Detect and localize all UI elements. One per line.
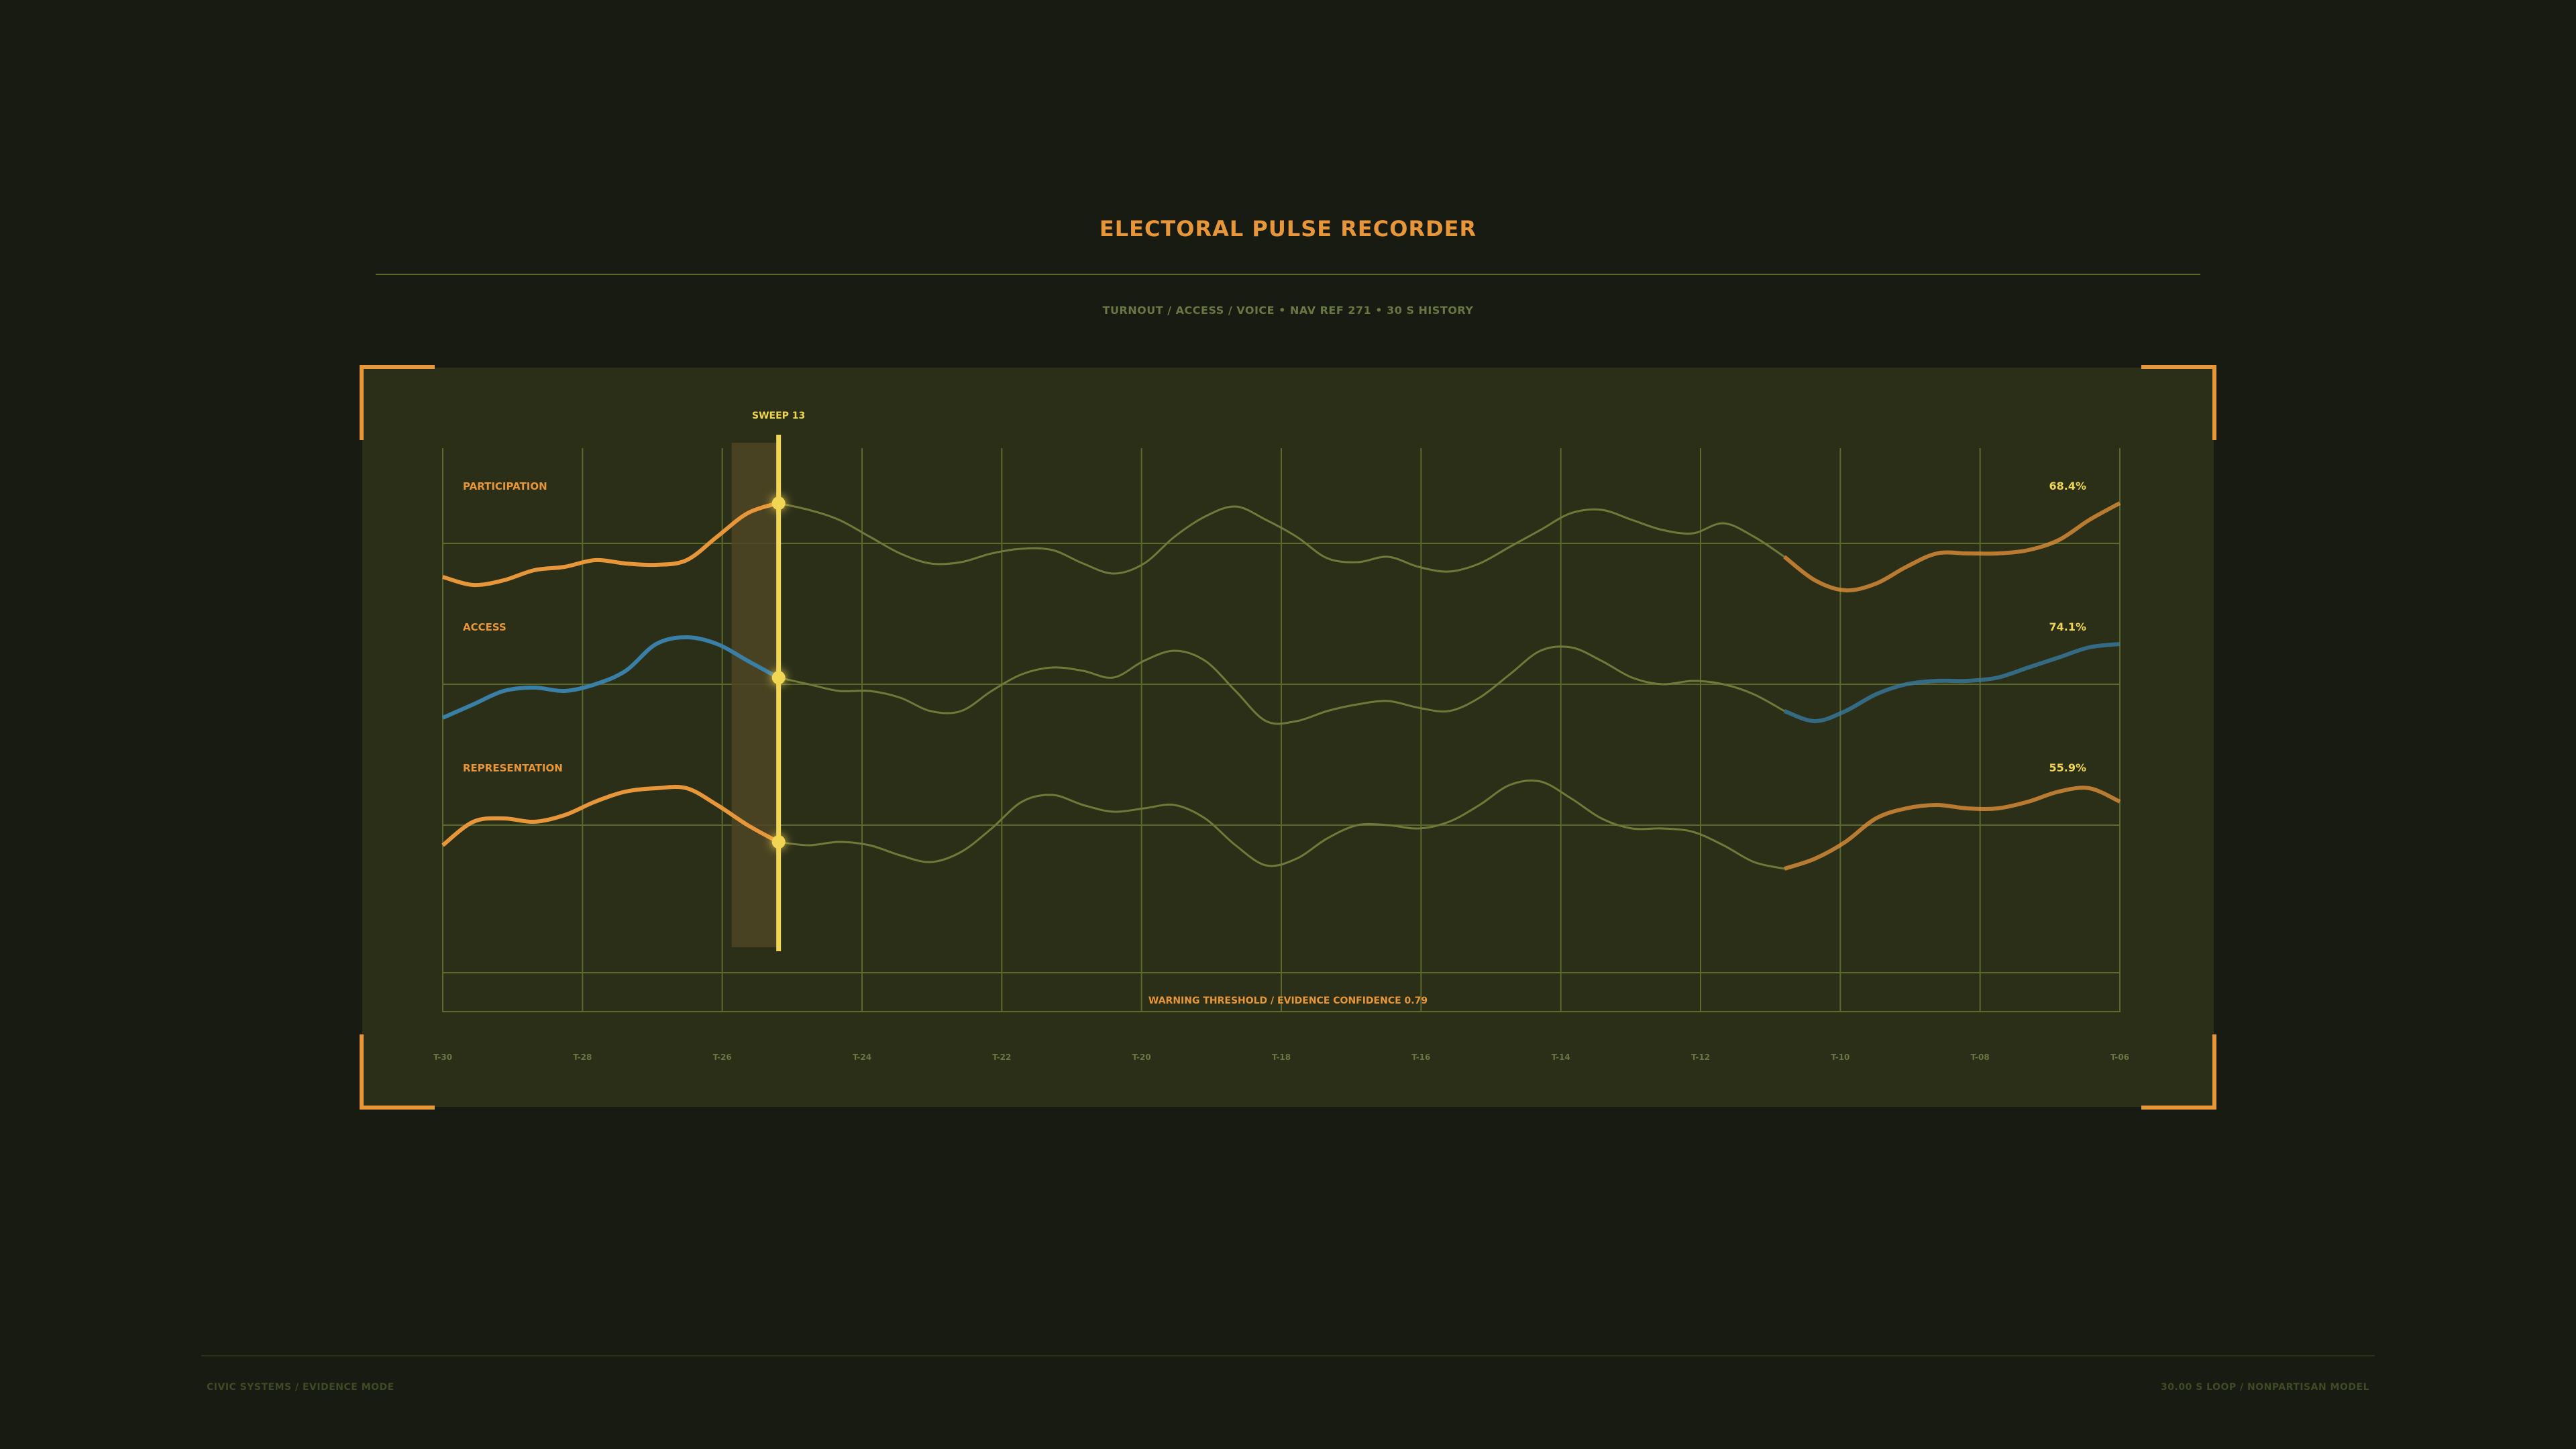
x-tick-label: T-26 [713,1053,732,1062]
footer-left-label: CIVIC SYSTEMS / EVIDENCE MODE [207,1382,394,1393]
series-line-representation-live [441,784,783,847]
series-readout-representation: 55.9% [2049,761,2086,774]
x-tick-label: T-22 [992,1053,1011,1062]
series-readout-participation: 68.4% [2049,480,2086,492]
sweep-point-representation [771,835,786,849]
x-tick-label: T-14 [1552,1053,1570,1062]
x-tick-label: T-18 [1272,1053,1291,1062]
x-tick-label: T-06 [2110,1053,2129,1062]
series-line-representation-recent [1784,786,2121,871]
pulse-chart[interactable]: SWEEP 13 PARTICIPATION 68.4% ACCESS 74.1% RE… [0,0,2576,1449]
x-tick-label: T-12 [1691,1053,1710,1062]
x-tick-label: T-28 [573,1053,592,1062]
series-line-access-live [441,635,783,720]
x-tick-label: T-20 [1132,1053,1151,1062]
series-line-access-recent [1783,642,2121,724]
x-tick-label: T-10 [1831,1053,1849,1062]
x-tick-label: T-24 [853,1053,871,1062]
sweep-label: SWEEP 13 [752,411,805,421]
threshold-label: WARNING THRESHOLD / EVIDENCE CONFIDENCE … [1148,996,1428,1006]
sweep-point-access [771,671,786,685]
series-line-participation-recent [1783,501,2121,593]
x-tick-label: T-16 [1411,1053,1430,1062]
series-label-participation: PARTICIPATION [463,480,547,492]
footer-divider [201,1355,2375,1356]
sweep-point-participation [771,496,786,511]
x-tick-label: T-30 [433,1053,452,1062]
series-label-access: ACCESS [463,621,506,633]
series-readout-access: 74.1% [2049,621,2086,633]
footer-right-label: 30.00 S LOOP / NONPARTISAN MODEL [2161,1382,2369,1393]
x-tick-label: T-08 [1971,1053,1990,1062]
series-label-representation: REPRESENTATION [463,762,563,774]
